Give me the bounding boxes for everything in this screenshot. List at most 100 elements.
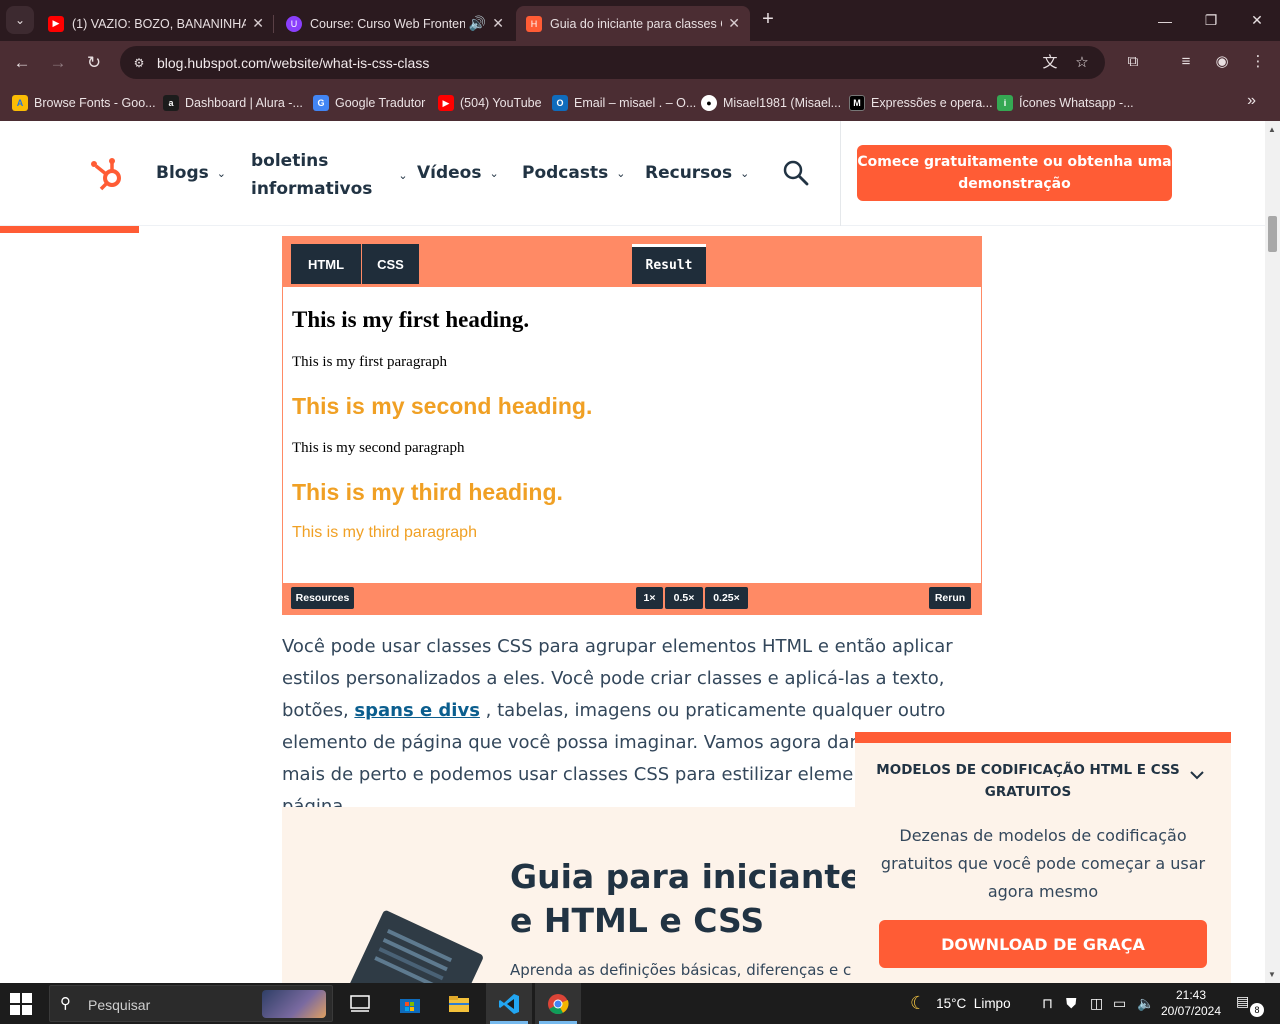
- windows-start-icon[interactable]: [10, 993, 32, 1015]
- more-bookmarks-icon[interactable]: »: [1247, 92, 1256, 110]
- address-bar[interactable]: ⚙ blog.hubspot.com/website/what-is-css-c…: [120, 46, 1105, 79]
- restore-button[interactable]: ❐: [1188, 0, 1234, 41]
- tab-search-button[interactable]: ⌄: [6, 6, 34, 34]
- page-scrollbar[interactable]: ▲ ▼: [1265, 121, 1280, 983]
- course-icon: U: [286, 15, 302, 32]
- nav-videos[interactable]: Vídeos ⌄: [417, 163, 499, 183]
- volume-icon[interactable]: 🔈: [1137, 983, 1154, 1024]
- chevron-down-icon[interactable]: [1189, 767, 1205, 783]
- guide-promo: Guia para iniciantes e HTML e CSS Aprend…: [282, 807, 902, 983]
- rerun-button[interactable]: Rerun: [929, 587, 971, 609]
- nav-newsletters[interactable]: boletins informativos ⌄: [251, 147, 408, 203]
- bookmark-star-icon[interactable]: ☆: [1072, 53, 1092, 73]
- bookmarks-bar: A Browse Fonts - Goo... a Dashboard | Alur…: [0, 84, 1280, 121]
- extensions-icon[interactable]: ⧉: [1122, 51, 1144, 73]
- bookmark-item[interactable]: O Email – misael . – O...: [552, 93, 696, 113]
- chevron-down-icon: ⌄: [740, 166, 750, 180]
- tab-course[interactable]: U Course: Curso Web Fronten 🔊 ✕: [276, 6, 514, 41]
- github-icon: ●: [701, 95, 717, 111]
- site-settings-icon[interactable]: ⚙: [130, 54, 148, 72]
- chrome-icon: [548, 993, 569, 1014]
- forward-button[interactable]: →: [44, 49, 72, 77]
- notification-center[interactable]: ▤ 8: [1236, 993, 1264, 1017]
- cta-button[interactable]: Comece gratuitamente ou obtenha uma demo…: [857, 145, 1172, 201]
- url-text[interactable]: blog.hubspot.com/website/what-is-css-cla…: [157, 55, 429, 71]
- hubspot-logo-icon[interactable]: [88, 155, 126, 193]
- scrollbar-thumb[interactable]: [1268, 216, 1277, 252]
- bookmark-label: Google Tradutor: [335, 96, 426, 110]
- tab-youtube[interactable]: ▶ (1) VAZIO: BOZO, BANANINHA ✕: [38, 6, 274, 41]
- bookmark-item[interactable]: a Dashboard | Alura -...: [163, 93, 303, 113]
- bookmark-label: Dashboard | Alura -...: [185, 96, 303, 110]
- zoom-1x-button[interactable]: 1×: [636, 587, 663, 609]
- nav-blogs[interactable]: Blogs ⌄: [156, 163, 226, 183]
- bookmark-item[interactable]: G Google Tradutor: [313, 93, 425, 113]
- minimize-button[interactable]: —: [1142, 0, 1188, 41]
- task-view-button[interactable]: [337, 983, 383, 1024]
- taskbar-search[interactable]: ⚲ Pesquisar: [49, 985, 333, 1022]
- reload-button[interactable]: ↻: [80, 49, 108, 77]
- store-app[interactable]: [387, 983, 433, 1024]
- weather-widget[interactable]: ☾ 15°C Limpo: [910, 983, 1011, 1024]
- bookmark-label: Email – misael . – O...: [574, 96, 697, 110]
- nav-resources[interactable]: Recursos ⌄: [645, 163, 749, 183]
- weather-text: 15°C Limpo: [936, 996, 1011, 1011]
- chevron-down-icon: ⌄: [616, 166, 626, 180]
- tab-html[interactable]: HTML: [291, 244, 361, 284]
- menu-icon[interactable]: ⋮: [1247, 51, 1269, 73]
- meet-icon[interactable]: ◫: [1090, 983, 1103, 1024]
- bookmark-item[interactable]: ▶ (504) YouTube: [438, 93, 542, 113]
- translate-icon: G: [313, 95, 329, 111]
- close-tab-icon[interactable]: ✕: [728, 15, 740, 32]
- nav-label: Podcasts: [522, 163, 609, 183]
- tab-css[interactable]: CSS: [362, 244, 419, 284]
- speaker-icon[interactable]: 🔊: [469, 15, 486, 32]
- google-fonts-icon: A: [12, 95, 28, 111]
- back-button[interactable]: ←: [8, 49, 36, 77]
- zoom-half-button[interactable]: 0.5×: [665, 587, 703, 609]
- chevron-down-icon: ⌄: [489, 166, 499, 180]
- bookmark-item[interactable]: A Browse Fonts - Goo...: [12, 93, 156, 113]
- nav-podcasts[interactable]: Podcasts ⌄: [522, 163, 625, 183]
- chrome-app[interactable]: [535, 983, 581, 1024]
- usb-icon[interactable]: ⊓: [1042, 983, 1053, 1024]
- new-tab-button[interactable]: +: [756, 8, 780, 32]
- translate-icon[interactable]: 文: [1040, 53, 1060, 73]
- bookmark-item[interactable]: M Expressões e opera...: [849, 93, 993, 113]
- profile-avatar-icon[interactable]: ◉: [1211, 51, 1233, 73]
- arrow-right-icon: →: [49, 53, 67, 72]
- search-highlight-image: [262, 990, 326, 1018]
- media-control-icon[interactable]: ≡: [1175, 51, 1197, 73]
- file-explorer-app[interactable]: [436, 983, 482, 1024]
- close-tab-icon[interactable]: ✕: [492, 15, 504, 32]
- minimize-icon: —: [1158, 12, 1172, 29]
- bookmark-label: Expressões e opera...: [871, 96, 993, 110]
- tab-hubspot[interactable]: H Guia do iniciante para classes C ✕: [516, 6, 750, 41]
- nav-label: Blogs: [156, 163, 209, 183]
- search-icon: ⚲: [60, 995, 71, 1012]
- search-icon[interactable]: [782, 159, 810, 187]
- close-tab-icon[interactable]: ✕: [252, 15, 264, 32]
- scroll-down-icon[interactable]: ▼: [1268, 970, 1276, 979]
- popup-title: MODELOS DE CODIFICAÇÃO HTML E CSS GRATUI…: [876, 762, 1180, 800]
- nav-label: boletins informativos: [251, 151, 373, 199]
- bookmark-label: Misael1981 (Misael...: [723, 96, 842, 110]
- close-icon: ✕: [1251, 12, 1263, 28]
- bookmark-item[interactable]: i Ícones Whatsapp -...: [997, 93, 1134, 113]
- windows-taskbar: ⚲ Pesquisar ☾ 15°C Limpo ⊓ ⛊ ◫ ▭ 🔈 21:43…: [0, 983, 1280, 1024]
- tab-result[interactable]: Result: [632, 244, 706, 284]
- chevron-down-icon: ⌄: [14, 13, 26, 27]
- scroll-up-icon[interactable]: ▲: [1268, 125, 1276, 134]
- bookmark-item[interactable]: ● Misael1981 (Misael...: [701, 93, 841, 113]
- resources-button[interactable]: Resources: [291, 587, 354, 609]
- shield-icon[interactable]: ⛊: [1066, 983, 1077, 1024]
- nav-divider: [840, 121, 841, 226]
- arrow-left-icon: ←: [13, 53, 31, 72]
- download-button[interactable]: DOWNLOAD DE GRAÇA: [879, 920, 1207, 968]
- system-clock[interactable]: 21:43 20/07/2024: [1160, 987, 1222, 1019]
- zoom-quarter-button[interactable]: 0.25×: [705, 587, 748, 609]
- close-window-button[interactable]: ✕: [1234, 0, 1280, 41]
- vscode-app[interactable]: [486, 983, 532, 1024]
- network-icon[interactable]: ▭: [1113, 983, 1126, 1024]
- spans-divs-link[interactable]: spans e divs: [354, 700, 480, 721]
